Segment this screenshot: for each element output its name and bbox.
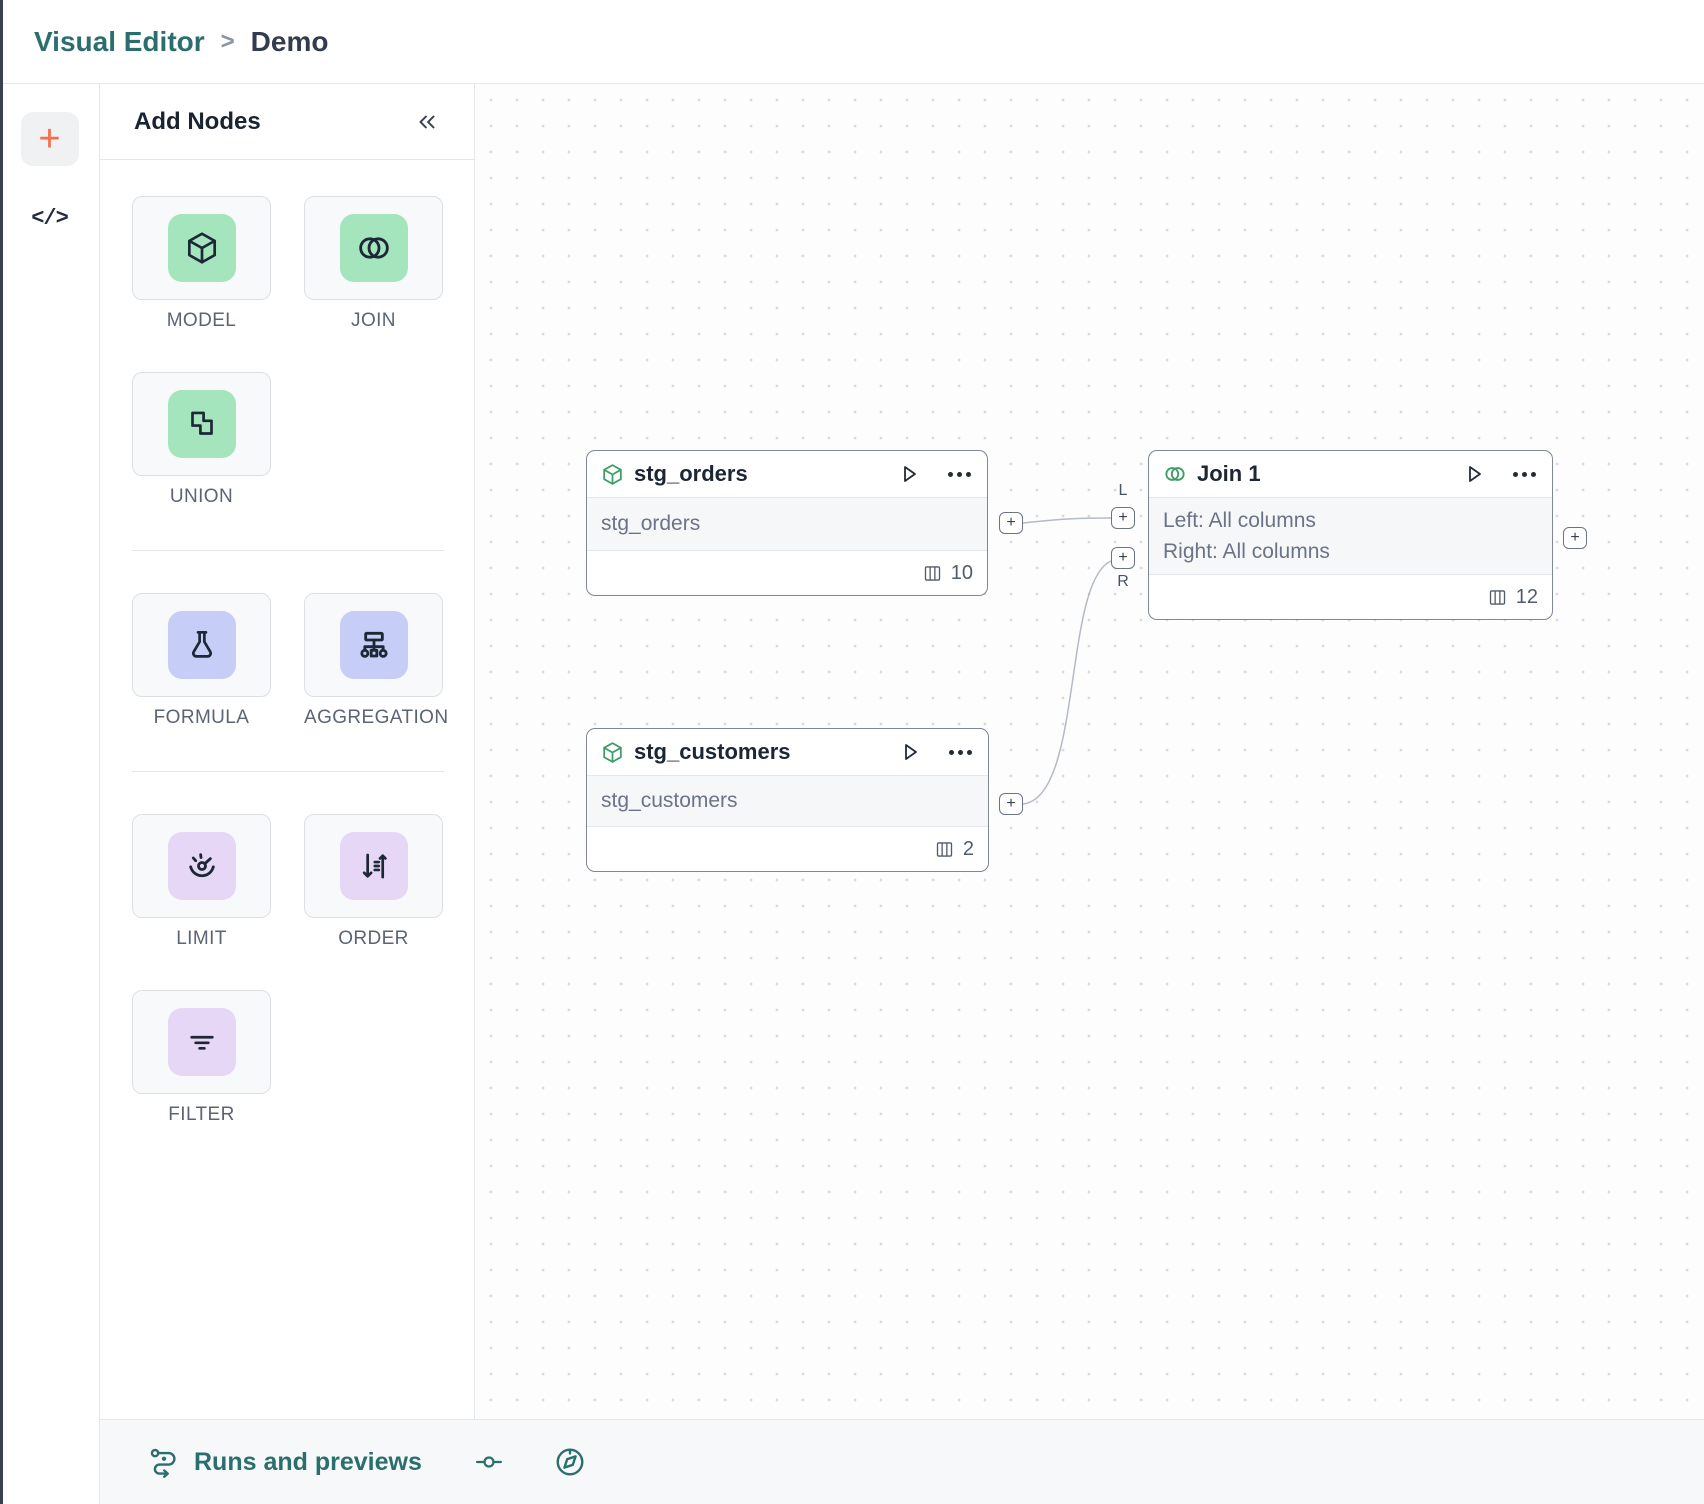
node-menu-icon[interactable]	[948, 472, 971, 477]
node-title: stg_orders	[634, 461, 748, 487]
filter-lines-icon	[183, 1023, 221, 1061]
palette-item-join[interactable]: JOIN	[304, 196, 443, 332]
join-left-summary: Left: All columns	[1163, 509, 1538, 533]
columns-icon	[1487, 587, 1508, 608]
aggregation-icon	[354, 625, 394, 665]
add-node-button[interactable]: +	[21, 112, 79, 166]
palette-item-formula[interactable]: FORMULA	[132, 593, 271, 729]
runs-and-previews-label: Runs and previews	[194, 1448, 422, 1477]
compass-icon[interactable]	[554, 1446, 586, 1478]
runs-and-previews-button[interactable]: Runs and previews	[148, 1446, 422, 1478]
column-count: 10	[951, 562, 973, 585]
node-stg-customers[interactable]: stg_customers stg_customers	[586, 728, 989, 872]
join-right-port-label: R	[1111, 573, 1135, 591]
plus-icon: +	[38, 120, 60, 158]
collapse-panel-icon[interactable]	[414, 109, 440, 135]
palette-item-union[interactable]: UNION	[132, 372, 271, 508]
palette-item-limit[interactable]: LIMIT	[132, 814, 271, 950]
bottom-bar: Runs and previews	[100, 1419, 1704, 1504]
run-node-icon[interactable]	[1462, 462, 1486, 486]
page-title: Demo	[251, 26, 329, 58]
node-source-label: stg_customers	[601, 789, 974, 813]
palette-item-label: FILTER	[132, 1104, 271, 1126]
palette-item-label: AGGREGATION	[304, 707, 443, 729]
palette-item-model[interactable]: MODEL	[132, 196, 271, 332]
node-join-1[interactable]: Join 1 Left: All columns Right: All colu…	[1148, 450, 1553, 620]
breadcrumb: Visual Editor > Demo	[0, 0, 1704, 84]
output-handle-join[interactable]: +	[1563, 527, 1587, 549]
column-count: 2	[963, 838, 974, 861]
code-icon: </>	[31, 206, 68, 231]
palette-group-filters: LIMIT ORDER	[132, 814, 474, 1168]
breadcrumb-app-link[interactable]: Visual Editor	[34, 26, 205, 58]
column-count: 12	[1516, 586, 1538, 609]
join-right-summary: Right: All columns	[1163, 540, 1538, 564]
join-circles-icon	[1162, 461, 1188, 487]
runs-icon	[148, 1446, 180, 1478]
palette-item-label: UNION	[132, 486, 271, 508]
node-stg-orders[interactable]: stg_orders stg_orders 10	[586, 450, 988, 596]
plus-icon: +	[1006, 515, 1015, 531]
union-icon	[183, 405, 221, 443]
left-toolbar: + </>	[0, 84, 99, 1504]
node-source-label: stg_orders	[601, 512, 973, 536]
canvas[interactable]: stg_orders stg_orders 10	[475, 84, 1704, 1419]
input-handle-join-left[interactable]: +	[1111, 507, 1135, 529]
model-cube-icon	[183, 229, 221, 267]
palette-item-order[interactable]: ORDER	[304, 814, 443, 950]
palette-item-filter[interactable]: FILTER	[132, 990, 271, 1126]
node-menu-icon[interactable]	[1513, 472, 1536, 477]
join-circles-icon	[354, 228, 394, 268]
palette-item-label: LIMIT	[132, 928, 271, 950]
visual-editor-app: Visual Editor > Demo + </> Add Nodes	[0, 0, 1704, 1504]
group-divider	[132, 771, 444, 772]
limit-gauge-icon	[182, 846, 222, 886]
input-handle-join-right[interactable]: +	[1111, 547, 1135, 569]
palette-item-label: MODEL	[132, 310, 271, 332]
palette-item-label: FORMULA	[132, 707, 271, 729]
edge-customers-to-join-right	[1023, 561, 1111, 804]
run-node-icon[interactable]	[898, 740, 922, 764]
output-handle-stg-customers[interactable]: +	[999, 793, 1023, 815]
node-menu-icon[interactable]	[949, 750, 972, 755]
plus-icon: +	[1118, 550, 1127, 566]
breadcrumb-separator-icon: >	[221, 28, 235, 56]
commit-icon[interactable]	[474, 1447, 504, 1477]
panel-title: Add Nodes	[134, 108, 261, 136]
editor-right-pane: Add Nodes	[99, 84, 1704, 1504]
order-sort-icon	[355, 847, 393, 885]
formula-flask-icon	[183, 626, 221, 664]
plus-icon: +	[1570, 530, 1579, 546]
add-nodes-panel: Add Nodes	[100, 84, 475, 1419]
node-title: stg_customers	[634, 739, 791, 765]
node-title: Join 1	[1197, 461, 1261, 487]
palette-item-label: ORDER	[304, 928, 443, 950]
plus-icon: +	[1006, 796, 1015, 812]
columns-icon	[922, 563, 943, 584]
window-edge-line	[0, 0, 3, 1504]
output-handle-stg-orders[interactable]: +	[999, 512, 1023, 534]
code-view-button[interactable]: </>	[31, 206, 68, 231]
group-divider	[132, 550, 444, 551]
model-cube-icon	[600, 462, 625, 487]
main-area: + </> Add Nodes	[0, 84, 1704, 1504]
join-left-port-label: L	[1111, 482, 1135, 500]
plus-icon: +	[1118, 510, 1127, 526]
model-cube-icon	[600, 740, 625, 765]
run-node-icon[interactable]	[897, 462, 921, 486]
palette-item-aggregation[interactable]: AGGREGATION	[304, 593, 443, 729]
columns-icon	[934, 839, 955, 860]
palette-group-sources: MODEL JOIN	[132, 196, 474, 550]
palette-item-label: JOIN	[304, 310, 443, 332]
edge-orders-to-join-left	[1023, 518, 1111, 523]
palette-group-transforms: FORMULA AGGREGATION	[132, 593, 474, 771]
